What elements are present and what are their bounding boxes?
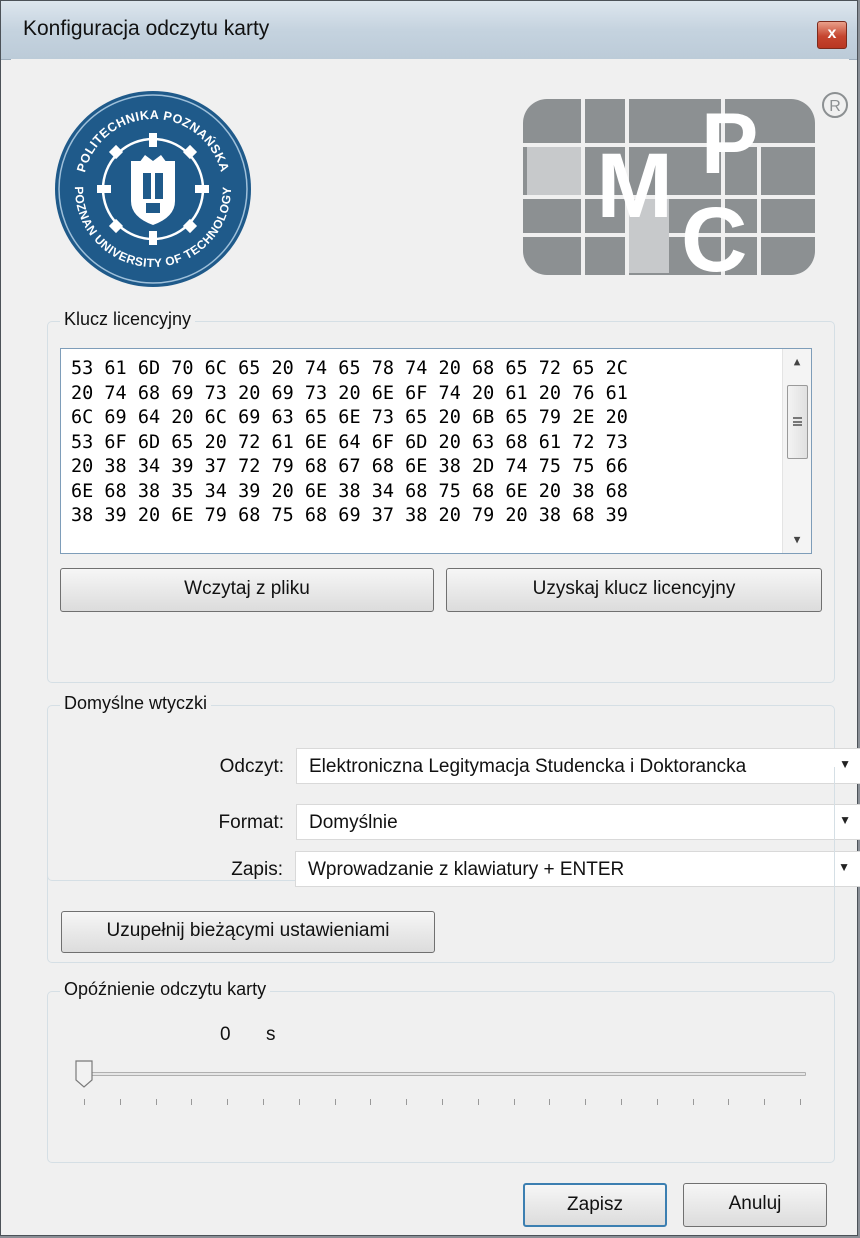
read-plugin-value: Elektroniczna Legitymacja Studencka i Do…: [309, 756, 747, 777]
write-plugin-value: Wprowadzanie z klawiatury + ENTER: [308, 859, 625, 880]
slider-tick: [298, 1099, 300, 1105]
slider-tick: [370, 1099, 372, 1105]
slider-tick: [656, 1099, 658, 1105]
license-key-group-title: Klucz licencyjny: [60, 309, 196, 330]
cancel-button[interactable]: Anuluj: [683, 1183, 827, 1227]
license-key-line: 53 61 6D 70 6C 65 20 74 65 78 74 20 68 6…: [71, 358, 628, 379]
close-icon: x: [827, 25, 837, 42]
slider-tick: [442, 1099, 443, 1105]
license-key-textarea[interactable]: 53 61 6D 70 6C 65 20 74 65 78 74 20 68 6…: [60, 348, 812, 554]
slider-tick: [406, 1099, 408, 1105]
write-plugin-label: Zapis:: [231, 859, 283, 880]
mcp-logo: M C P R: [523, 92, 848, 275]
slider-tick: [84, 1099, 85, 1105]
mcp-letter-p: P: [701, 96, 758, 192]
scroll-thumb[interactable]: [787, 385, 808, 459]
license-key-line: 38 39 20 6E 79 68 75 68 69 37 38 20 79 2…: [71, 505, 628, 526]
slider-tick: [263, 1099, 264, 1105]
format-plugin-label: Format:: [218, 812, 284, 833]
scroll-down-arrow-icon[interactable]: ▼: [783, 527, 811, 553]
slider-tick: [155, 1099, 157, 1105]
save-button[interactable]: Zapisz: [523, 1183, 667, 1227]
read-plugin-dropdown[interactable]: Elektroniczna Legitymacja Studencka i Do…: [296, 748, 860, 784]
fill-current-settings-button[interactable]: Uzupełnij bieżącymi ustawieniami: [61, 911, 435, 953]
license-key-line: 6E 68 38 35 34 39 20 6E 38 34 68 75 68 6…: [71, 480, 628, 502]
fill-current-settings-label: Uzupełnij bieżącymi ustawieniami: [106, 920, 390, 941]
dialog-client-area: POLITECHNIKA POZNAŃSKA POZNAN UNIVERSITY…: [11, 59, 860, 1229]
slider-tick: [585, 1099, 587, 1105]
chevron-down-icon: ▼: [839, 813, 851, 827]
license-key-line: 6C 69 64 20 6C 69 63 65 6E 73 65 20 6B 6…: [71, 407, 628, 428]
license-key-line: 20 38 34 39 37 72 79 68 67 68 6E 38 2D 7…: [71, 456, 628, 477]
obtain-license-key-button[interactable]: Uzyskaj klucz licencyjny: [446, 568, 822, 612]
window-title: Konfiguracja odczytu karty: [23, 17, 270, 40]
slider-tick: [764, 1099, 766, 1105]
chevron-down-icon: ▼: [838, 860, 850, 874]
license-key-group: Klucz licencyjny 53 61 6D 70 6C 65 20 74…: [47, 309, 835, 683]
write-plugin-dropdown[interactable]: Wprowadzanie z klawiatury + ENTER ▼: [295, 851, 860, 887]
registered-mark-icon: R: [829, 98, 841, 115]
slider-tick: [227, 1099, 229, 1105]
format-plugin-dropdown[interactable]: Domyślnie ▼: [296, 804, 860, 840]
slider-tick: [692, 1099, 694, 1105]
load-from-file-button[interactable]: Wczytaj z pliku: [60, 568, 434, 612]
delay-value: 0: [220, 1024, 231, 1045]
cancel-label: Anuluj: [728, 1193, 782, 1214]
slider-tick: [621, 1099, 622, 1105]
delay-slider-thumb[interactable]: [75, 1060, 93, 1088]
close-button[interactable]: x: [817, 21, 847, 49]
slider-tick: [549, 1099, 551, 1105]
scroll-up-arrow-icon[interactable]: ▲: [783, 349, 811, 375]
format-plugin-value: Domyślnie: [309, 812, 398, 833]
card-read-delay-group: Opóźnienie odczytu karty 0 s: [47, 979, 835, 1163]
license-key-scrollbar[interactable]: ▲ ▼: [782, 349, 811, 553]
read-plugin-label: Odczyt:: [219, 756, 284, 777]
save-label: Zapisz: [567, 1194, 623, 1215]
mcp-letter-m: M: [596, 135, 673, 237]
slider-tick: [477, 1099, 479, 1105]
dialog-window: Konfiguracja odczytu karty x POLITECHNIK…: [0, 0, 860, 1236]
license-key-line: 53 6F 6D 65 20 72 61 6E 64 6F 6D 20 63 6…: [71, 431, 628, 453]
delay-slider-track[interactable]: [78, 1072, 806, 1076]
delay-unit: s: [266, 1024, 276, 1045]
license-key-line: 20 74 68 69 73 20 69 73 20 6E 6F 74 20 6…: [71, 382, 628, 404]
license-key-text: 53 61 6D 70 6C 65 20 74 65 78 74 20 68 6…: [71, 357, 628, 529]
mcp-letter-c: C: [681, 189, 747, 275]
slider-tick: [191, 1099, 193, 1105]
slider-tick: [513, 1099, 515, 1105]
card-read-delay-group-title: Opóźnienie odczytu karty: [60, 979, 271, 1000]
slider-tick: [334, 1099, 336, 1105]
slider-tick: [119, 1099, 121, 1105]
slider-tick: [728, 1099, 730, 1105]
load-from-file-label: Wczytaj z pliku: [184, 578, 310, 599]
chevron-down-icon: ▼: [839, 757, 851, 771]
slider-tick: [800, 1099, 801, 1105]
obtain-license-key-label: Uzyskaj klucz licencyjny: [532, 578, 736, 599]
default-plugins-group-title: Domyślne wtyczki: [60, 693, 212, 714]
university-seal-logo: POLITECHNIKA POZNAŃSKA POZNAN UNIVERSITY…: [55, 91, 251, 287]
title-bar[interactable]: Konfiguracja odczytu karty x: [1, 1, 857, 60]
